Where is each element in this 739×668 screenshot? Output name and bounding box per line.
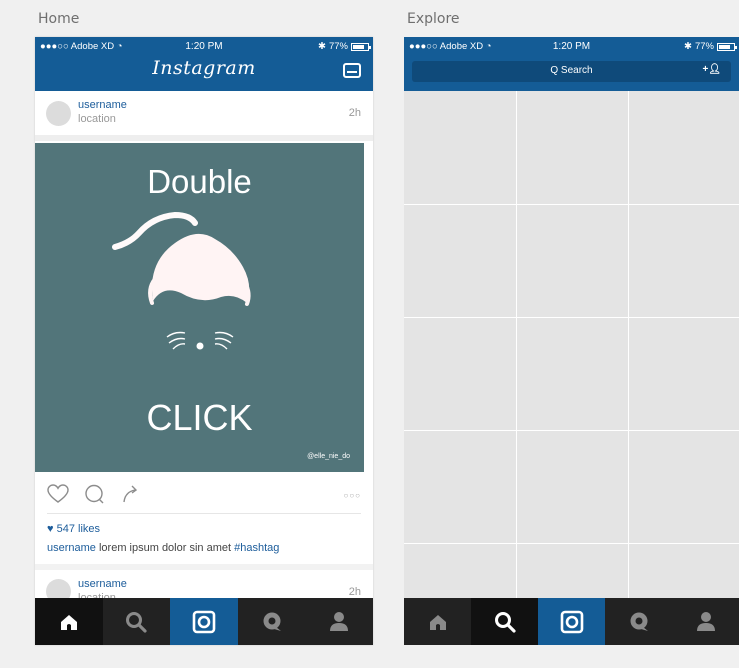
tab-search[interactable] <box>103 598 171 645</box>
tab-camera[interactable] <box>170 598 238 645</box>
add-user-button[interactable]: +👤︎ <box>702 64 721 75</box>
search-placeholder: Q Search <box>550 65 593 76</box>
explore-screen: ●●●○○ Adobe XD ◔ 1:20 PM ✱ 77% Q Search … <box>404 37 739 645</box>
image-text-top: Double <box>147 163 252 200</box>
tab-home[interactable] <box>404 598 471 645</box>
tab-activity[interactable] <box>605 598 672 645</box>
status-bar: ●●●○○ Adobe XD ◔ 1:20 PM ✱ 77% <box>404 37 739 57</box>
grid-divider <box>404 430 739 431</box>
explore-artboard-label: Explore <box>407 11 460 27</box>
home-artboard-label: Home <box>38 11 80 27</box>
post-username[interactable]: username <box>78 99 127 111</box>
bluetooth-icon: ✱ <box>684 41 692 52</box>
tab-profile[interactable] <box>305 598 373 645</box>
caption-text: lorem ipsum dolor sin amet <box>98 542 232 554</box>
grid-divider <box>404 204 739 205</box>
camera-icon <box>560 610 583 633</box>
bluetooth-icon: ✱ <box>318 41 326 52</box>
caption-hashtag[interactable]: #hashtag <box>234 542 279 554</box>
tab-search[interactable] <box>471 598 538 645</box>
home-screen: ●●●○○ Adobe XD ◔ 1:20 PM ✱ 77% Instagram… <box>35 37 373 645</box>
post-username[interactable]: username <box>78 578 127 590</box>
grid-divider <box>404 317 739 318</box>
divider <box>35 135 373 141</box>
search-icon <box>126 611 147 633</box>
battery-status: ✱ 77% <box>684 41 737 52</box>
search-icon <box>494 611 516 633</box>
explore-grid <box>404 91 739 598</box>
tab-bar <box>35 598 373 645</box>
grid-divider <box>516 91 517 598</box>
tab-camera[interactable] <box>538 598 605 645</box>
post-time-ago: 2h <box>348 586 361 598</box>
home-icon <box>429 614 446 630</box>
grid-divider <box>628 91 629 598</box>
grid-divider <box>404 543 739 544</box>
tab-profile[interactable] <box>672 598 739 645</box>
battery-icon <box>351 42 371 51</box>
post-location[interactable]: location <box>78 113 116 125</box>
image-credit: @elle_nie_do <box>307 453 350 460</box>
likes-count[interactable]: ♥ 547 likes <box>47 523 100 535</box>
profile-icon <box>696 611 715 631</box>
tab-activity[interactable] <box>238 598 306 645</box>
post-actions: ○○○ <box>35 477 373 513</box>
activity-icon <box>263 612 281 631</box>
profile-icon <box>330 611 349 631</box>
home-icon <box>60 614 77 630</box>
status-bar: ●●●○○ Adobe XD ◔ 1:20 PM ✱ 77% <box>35 37 373 57</box>
navigation-bar: ●●●○○ Adobe XD ◔ 1:20 PM ✱ 77% Instagram <box>35 37 373 91</box>
avatar[interactable] <box>46 101 71 126</box>
post-image[interactable]: Double CLICK @elle_nie_do <box>35 143 364 472</box>
comment-icon[interactable] <box>84 484 106 504</box>
divider <box>47 513 361 514</box>
caption-username[interactable]: username <box>47 542 96 554</box>
camera-icon <box>192 610 216 633</box>
search-input[interactable]: Q Search +👤︎ <box>412 61 731 82</box>
battery-status: ✱ 77% <box>318 41 371 52</box>
battery-icon <box>717 42 737 51</box>
activity-icon <box>630 612 648 631</box>
post-time-ago: 2h <box>348 107 361 119</box>
heart-icon[interactable] <box>47 484 69 504</box>
more-options-icon[interactable]: ○○○ <box>344 491 362 500</box>
image-text-bottom: CLICK <box>146 397 253 438</box>
post-header: username location 2h <box>35 91 373 135</box>
share-icon[interactable] <box>121 484 143 504</box>
navigation-bar: ●●●○○ Adobe XD ◔ 1:20 PM ✱ 77% Q Search … <box>404 37 739 91</box>
post-caption: username lorem ipsum dolor sin amet #has… <box>47 542 279 554</box>
tab-home[interactable] <box>35 598 103 645</box>
tab-bar <box>404 598 739 645</box>
instagram-logo: Instagram <box>152 57 256 79</box>
divider <box>35 564 373 570</box>
inbox-icon[interactable] <box>343 63 361 78</box>
